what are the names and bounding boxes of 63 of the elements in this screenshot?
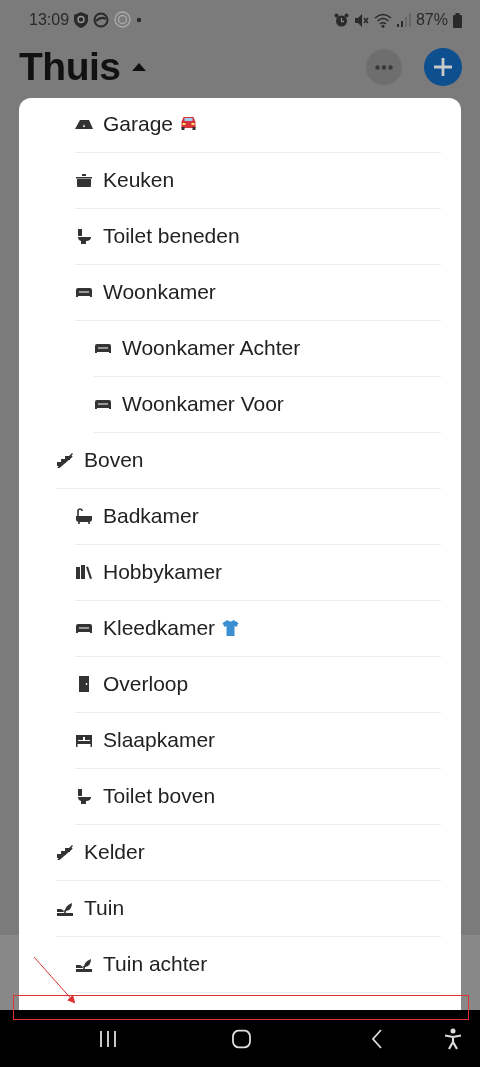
books-icon xyxy=(75,563,93,580)
home-icon[interactable] xyxy=(232,1029,251,1048)
room-item[interactable]: Boven xyxy=(56,431,441,489)
annotation-arrow xyxy=(33,956,76,1004)
clock-time: 13:09 xyxy=(29,11,70,29)
room-item[interactable]: Tuin achter xyxy=(75,935,441,993)
mute-icon xyxy=(353,12,369,28)
room-name: Woonkamer xyxy=(103,279,216,304)
wifi-icon xyxy=(373,12,392,28)
pot-icon xyxy=(75,171,93,188)
home-title[interactable]: Thuis xyxy=(19,45,121,89)
alarm-icon xyxy=(333,12,349,28)
plus-icon xyxy=(433,57,453,77)
room-item[interactable]: Keuken xyxy=(75,151,441,209)
dot-icon xyxy=(136,17,143,23)
room-name: Keuken xyxy=(103,167,175,192)
room-name: Kelder xyxy=(84,839,145,864)
room-item[interactable]: Woonkamer Voor xyxy=(94,375,441,433)
room-item[interactable]: Garage xyxy=(75,98,441,153)
accessibility-icon[interactable] xyxy=(444,1027,462,1050)
shield-icon xyxy=(74,12,89,28)
room-name: Toilet beneden xyxy=(103,223,240,248)
room-item[interactable]: Woonkamer xyxy=(75,263,441,321)
globe-icon xyxy=(93,12,110,28)
room-item[interactable]: Overloop xyxy=(75,655,441,713)
room-name: Badkamer xyxy=(103,503,199,528)
toilet-icon xyxy=(75,227,93,244)
back-icon[interactable] xyxy=(371,1028,383,1049)
room-name: Tuin xyxy=(84,895,125,920)
room-name: Boven xyxy=(84,447,144,472)
battery-icon xyxy=(453,12,462,28)
more-icon xyxy=(375,64,393,70)
room-name: Kleedkamer xyxy=(103,615,216,640)
target-icon xyxy=(114,11,132,29)
room-name: Toilet boven xyxy=(103,783,216,808)
room-item[interactable]: Hobbykamer xyxy=(75,543,441,601)
recent-apps-icon[interactable] xyxy=(99,1029,117,1048)
room-name: Tuin achter xyxy=(103,951,208,976)
caret-up-icon[interactable] xyxy=(130,62,147,72)
toilet-icon xyxy=(75,787,93,804)
room-item[interactable]: Slaapkamer xyxy=(75,711,441,769)
room-item[interactable]: Woonkamer Achter xyxy=(94,319,441,377)
room-name: Garage xyxy=(103,111,174,136)
battery-percentage: 87% xyxy=(415,11,448,29)
room-name: Slaapkamer xyxy=(103,727,216,752)
more-button[interactable] xyxy=(366,49,402,85)
shirt-icon xyxy=(221,619,241,636)
room-name: Hobbykamer xyxy=(103,559,223,584)
room-item[interactable]: Kelder xyxy=(56,823,441,881)
room-item[interactable]: Tuin xyxy=(56,879,441,937)
signal-icon xyxy=(396,13,411,27)
room-item[interactable]: Badkamer xyxy=(75,487,441,545)
room-name: Overloop xyxy=(103,671,189,696)
stairs-icon xyxy=(56,843,74,860)
room-item[interactable]: Toilet boven xyxy=(75,767,441,825)
room-item[interactable]: Kleedkamer xyxy=(75,599,441,657)
add-button[interactable] xyxy=(424,48,462,86)
room-item[interactable]: Toilet beneden xyxy=(75,207,441,265)
room-name: Woonkamer Achter xyxy=(122,335,301,360)
room-name: Woonkamer Voor xyxy=(122,391,284,416)
car-icon xyxy=(179,115,199,132)
stairs-icon xyxy=(56,451,74,468)
bathtub-icon xyxy=(75,507,93,524)
